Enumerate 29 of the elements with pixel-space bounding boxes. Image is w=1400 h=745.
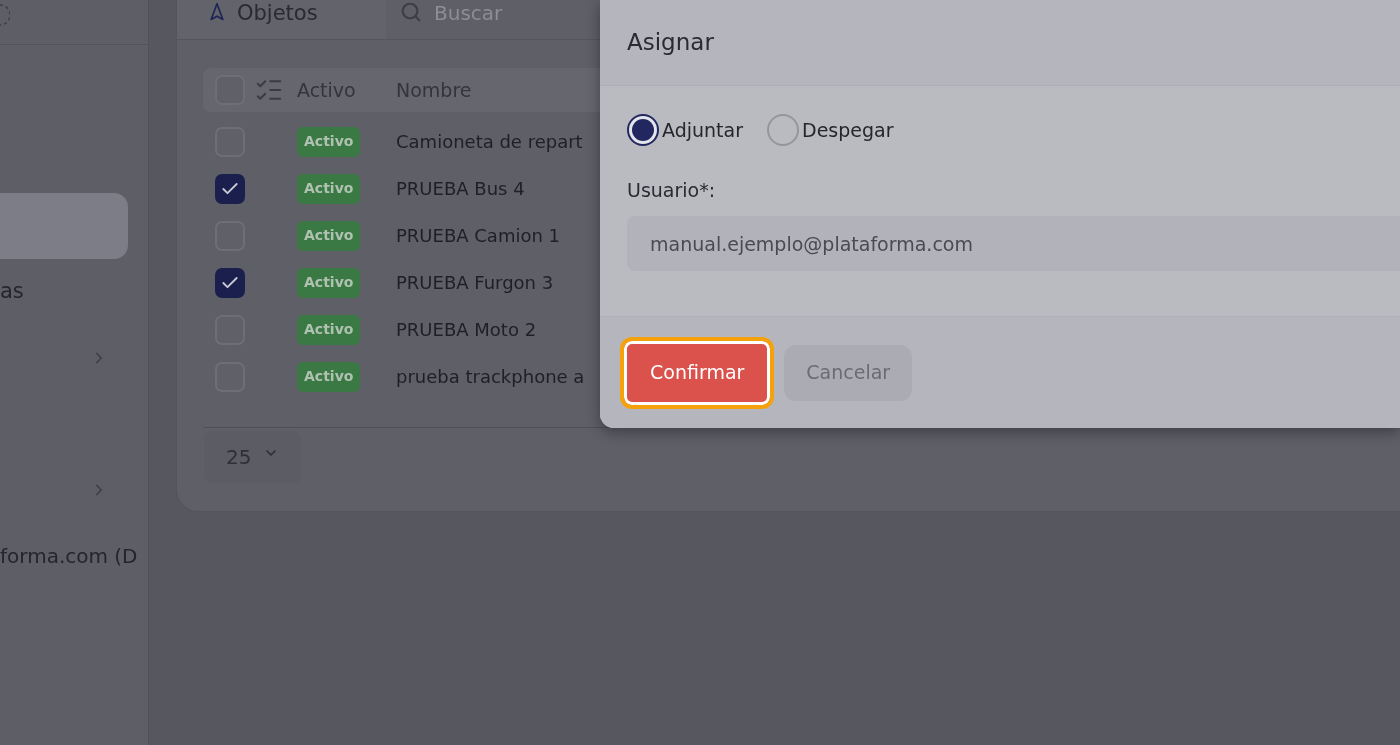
user-field[interactable]: manual.ejemplo@plataforma.com [627, 216, 1400, 271]
radio-label[interactable]: Despegar [802, 115, 894, 145]
cancel-button[interactable]: Cancelar [784, 344, 913, 401]
name-cell-text: prueba trackphone a [396, 365, 585, 389]
checkbox[interactable] [215, 267, 245, 298]
sidebar-item[interactable] [0, 193, 128, 259]
dialog-title: Asignar [627, 28, 714, 58]
navigation-arrow-icon [207, 1, 227, 23]
field-label: Usuario*: [627, 178, 716, 202]
name-cell-text: PRUEBA Moto 2 [396, 318, 537, 342]
name-cell-text: PRUEBA Furgon 3 [396, 271, 554, 295]
radio-button[interactable] [767, 114, 799, 146]
search-icon [400, 1, 422, 23]
name-cell-text: PRUEBA Bus 4 [396, 177, 525, 201]
confirm-button[interactable]: Confirmar [620, 336, 775, 409]
checkbox[interactable] [215, 173, 245, 204]
status-badge: Activo [297, 126, 361, 157]
dashed-arc-icon [0, 4, 10, 26]
objects-tab[interactable]: Objetos [177, 0, 386, 39]
status-badge: Activo [297, 361, 361, 392]
status-badge: Activo [297, 220, 361, 251]
account-email: forma.com (D [0, 544, 138, 568]
name-cell-text: Camioneta de repart [396, 130, 583, 154]
status-badge: Activo [297, 314, 361, 345]
radio-button[interactable] [627, 114, 659, 146]
status-badge: Activo [297, 267, 361, 298]
radio-label[interactable]: Adjuntar [662, 115, 743, 145]
name-cell-text: PRUEBA Camion 1 [396, 224, 561, 248]
status-badge: Activo [297, 173, 361, 204]
